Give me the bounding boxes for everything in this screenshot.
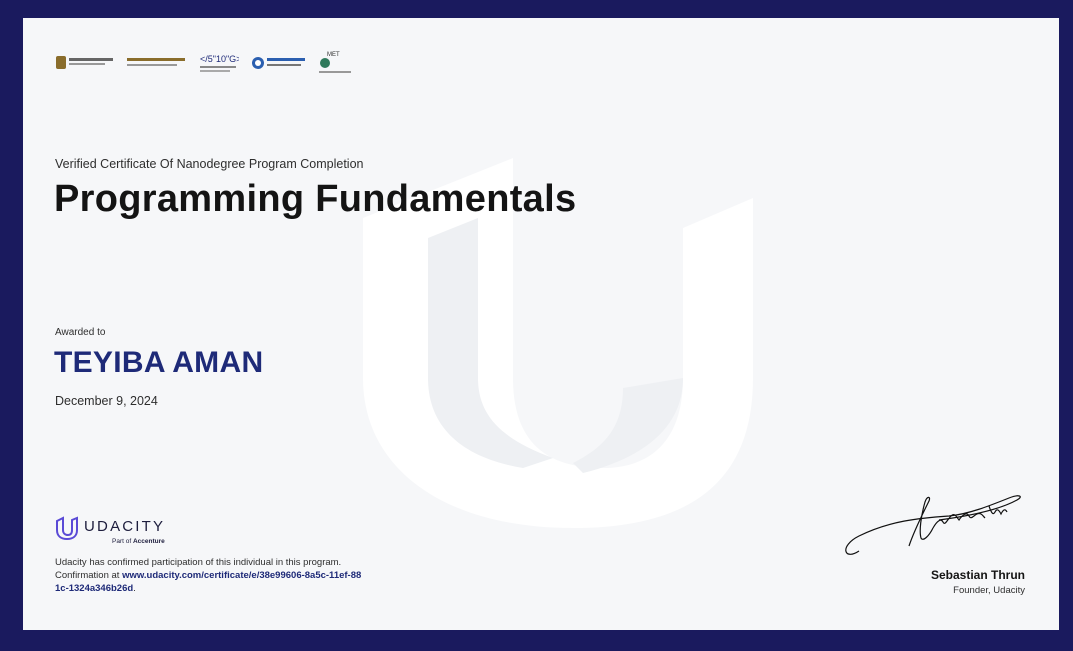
tagline-prefix: Part of [112,538,133,545]
udacity-logo-icon [56,516,78,540]
partner-logos: </5"10"G> MET [55,50,353,76]
signatory-name: Sebastian Thrun [930,568,1025,582]
svg-text:MET: MET [327,52,340,58]
government-entity-logo [127,58,185,66]
svg-text:</5"10"G>: </5"10"G> [200,54,239,64]
ministry-of-labor-logo [252,57,305,69]
completion-date: December 9, 2024 [55,394,158,408]
confirmation-suffix: . [133,583,136,594]
met-logo: MET [319,52,351,73]
tagline-company: Accenture [132,538,165,545]
signatory-title: Founder, Udacity [953,585,1025,596]
accenture-tagline: Part of Accenture [112,538,165,545]
awarded-to-label: Awarded to [55,327,106,338]
program-title: Programming Fundamentals [54,178,577,220]
signature-image [845,495,1021,555]
certificate-type-label: Verified Certificate Of Nanodegree Progr… [55,157,364,171]
uae-emblem-icon [56,56,113,69]
confirmation-statement: Udacity has confirmed participation of t… [55,556,365,595]
udacity-wordmark: UDACITY [84,518,166,535]
code-initiative-logo: </5"10"G> [200,54,239,72]
recipient-name: TEYIBA AMAN [54,346,264,379]
certificate-paper: </5"10"G> MET Verified Certificate Of Na… [23,18,1059,630]
udacity-brand: UDACITY Part of Accenture [55,516,215,548]
